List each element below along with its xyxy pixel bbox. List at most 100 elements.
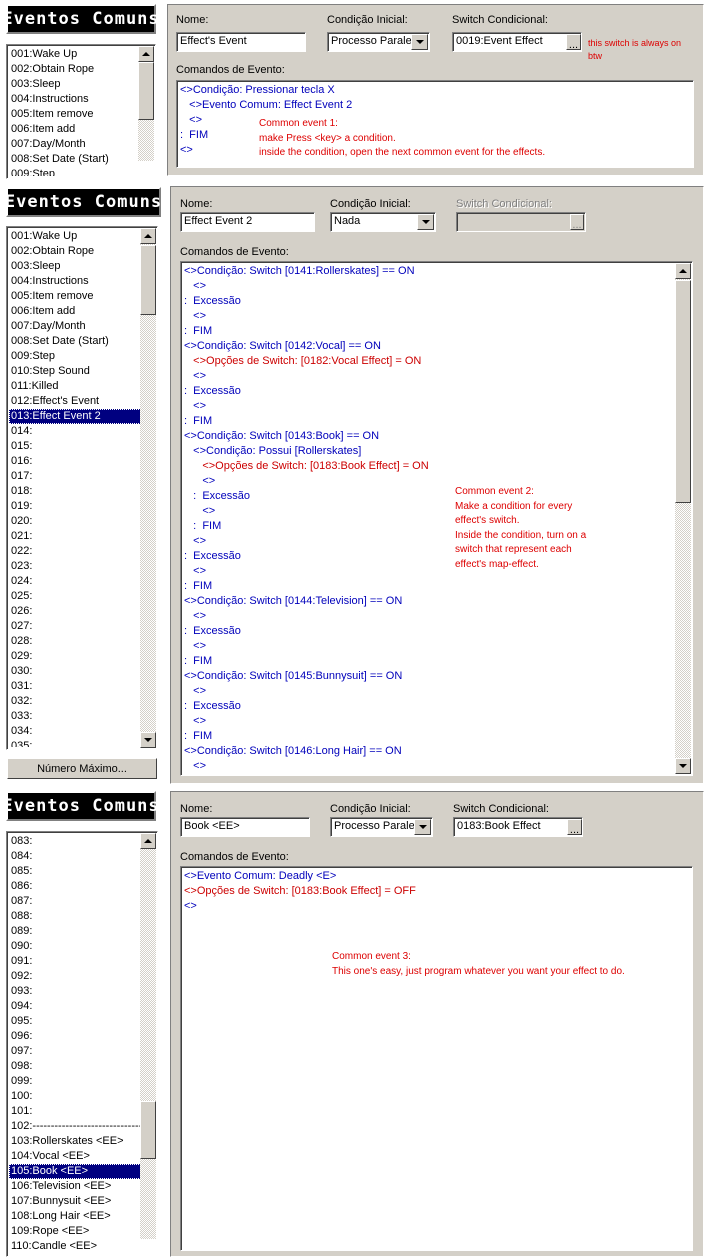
list-item[interactable]: 009:Step xyxy=(9,349,155,364)
list-item[interactable]: 110:Candle <EE> xyxy=(9,1239,155,1254)
list-item[interactable]: 033: xyxy=(9,709,155,724)
common-event-list-3[interactable]: 083: 084: 085: 086: 087: 088: 089: 090: 091: 092:… xyxy=(6,831,158,1257)
list-item[interactable]: 018: xyxy=(9,484,155,499)
list-item[interactable]: 003:Sleep xyxy=(9,259,155,274)
list-item[interactable]: 016: xyxy=(9,454,155,469)
command-line[interactable]: <>Opções de Switch: [0183:Book Effect] =… xyxy=(184,459,428,474)
max-number-button-2[interactable]: Número Máximo... xyxy=(7,758,157,779)
command-line[interactable]: : Excessão xyxy=(184,549,429,564)
event-name-input-3[interactable]: Book <EE> xyxy=(180,817,310,837)
switch-browse-button-1[interactable]: ... xyxy=(566,34,581,51)
list-item[interactable]: 010:Step Sound xyxy=(9,364,155,379)
list-item[interactable]: 101: xyxy=(9,1104,155,1119)
list-item[interactable]: 004:Instructions xyxy=(9,92,153,107)
list-item[interactable]: 015: xyxy=(9,439,155,454)
list-scrollbar-1[interactable] xyxy=(138,46,154,177)
command-line[interactable]: <> xyxy=(184,899,416,914)
list-item[interactable]: 097: xyxy=(9,1044,155,1059)
list-item[interactable]: 003:Sleep xyxy=(9,77,153,92)
command-line[interactable]: <> xyxy=(184,369,429,384)
scroll-up-button[interactable] xyxy=(675,263,691,279)
list-item[interactable]: 108:Long Hair <EE> xyxy=(9,1209,155,1224)
command-line[interactable]: <>Opções de Switch: [0183:Book Effect] =… xyxy=(184,884,416,899)
command-line[interactable]: <> xyxy=(184,534,429,549)
list-item[interactable]: 083: xyxy=(9,834,155,849)
list-item[interactable]: 084: xyxy=(9,849,155,864)
list-item[interactable]: 004:Instructions xyxy=(9,274,155,289)
chevron-down-icon[interactable] xyxy=(417,214,434,230)
list-item[interactable]: 032: xyxy=(9,694,155,709)
list-item[interactable]: 022: xyxy=(9,544,155,559)
command-line[interactable]: : FIM xyxy=(184,654,429,669)
list-item[interactable]: 103:Rollerskates <EE> xyxy=(9,1134,155,1149)
scrollbar-thumb[interactable] xyxy=(140,1101,156,1159)
list-item[interactable]: 006:Item add xyxy=(9,122,153,137)
command-line[interactable]: : FIM xyxy=(184,579,429,594)
list-item[interactable]: 006:Item add xyxy=(9,304,155,319)
list-item[interactable]: 027: xyxy=(9,619,155,634)
list-item[interactable]: 007:Day/Month xyxy=(9,319,155,334)
command-line[interactable]: <> xyxy=(184,684,429,699)
list-item[interactable]: 104:Vocal <EE> xyxy=(9,1149,155,1164)
command-line[interactable]: <> xyxy=(184,714,429,729)
list-item[interactable]: 013:Effect Event 2 xyxy=(9,409,155,424)
list-item[interactable]: 002:Obtain Rope xyxy=(9,244,155,259)
list-item[interactable]: 029: xyxy=(9,649,155,664)
list-item[interactable]: 028: xyxy=(9,634,155,649)
command-line[interactable]: <> xyxy=(184,399,429,414)
event-commands-list-2[interactable]: <>Condição: Switch [0141:Rollerskates] =… xyxy=(180,261,693,776)
command-line[interactable]: : FIM xyxy=(184,324,429,339)
command-line[interactable]: : Excessão xyxy=(184,624,429,639)
scroll-up-button[interactable] xyxy=(140,833,156,849)
list-item[interactable]: 094: xyxy=(9,999,155,1014)
command-line[interactable]: <> xyxy=(184,279,429,294)
command-line[interactable]: : FIM xyxy=(184,519,429,534)
command-line[interactable]: <> xyxy=(184,474,429,489)
list-item[interactable]: 014: xyxy=(9,424,155,439)
command-line[interactable]: : Excessão xyxy=(184,489,429,504)
list-item[interactable]: 086: xyxy=(9,879,155,894)
list-item[interactable]: 092: xyxy=(9,969,155,984)
list-item[interactable]: 109:Rope <EE> xyxy=(9,1224,155,1239)
list-item[interactable]: 023: xyxy=(9,559,155,574)
list-item[interactable]: 090: xyxy=(9,939,155,954)
scrollbar-thumb[interactable] xyxy=(675,280,691,503)
list-item[interactable]: 005:Item remove xyxy=(9,107,153,122)
conditional-switch-input-1[interactable]: 0019:Event Effect xyxy=(452,32,582,52)
event-commands-list-3[interactable]: <>Evento Comum: Deadly <E> <>Opções de Sw… xyxy=(180,866,693,1251)
list-item[interactable]: 107:Bunnysuit <EE> xyxy=(9,1194,155,1209)
initial-condition-select-1[interactable]: Processo Paralelc xyxy=(327,32,430,52)
list-item[interactable]: 002:Obtain Rope xyxy=(9,62,153,77)
scroll-down-button[interactable] xyxy=(140,732,156,748)
initial-condition-select-3[interactable]: Processo Paralelc xyxy=(330,817,433,837)
list-item[interactable]: 009:Step xyxy=(9,167,153,176)
command-line[interactable]: : Excessão xyxy=(184,384,429,399)
list-item[interactable]: 020: xyxy=(9,514,155,529)
command-line[interactable]: <>Evento Comum: Deadly <E> xyxy=(184,869,416,884)
list-item[interactable]: 088: xyxy=(9,909,155,924)
command-line[interactable]: : FIM xyxy=(184,729,429,744)
command-line[interactable]: <>Condição: Switch [0145:Bunnysuit] == O… xyxy=(184,669,429,684)
list-item[interactable]: 024: xyxy=(9,574,155,589)
chevron-down-icon[interactable] xyxy=(411,34,428,50)
list-item[interactable]: 105:Book <EE> xyxy=(9,1164,155,1179)
common-event-list-2[interactable]: 001:Wake Up 002:Obtain Rope 003:Sleep 004:I… xyxy=(6,226,158,750)
list-item[interactable]: 095: xyxy=(9,1014,155,1029)
list-item[interactable]: 019: xyxy=(9,499,155,514)
list-item[interactable]: 102:------------------------------- xyxy=(9,1119,155,1134)
command-line[interactable]: <> xyxy=(184,309,429,324)
scrollbar-thumb[interactable] xyxy=(138,62,154,120)
command-line[interactable]: <>Condição: Switch [0146:Long Hair] == O… xyxy=(184,744,429,759)
commands-scrollbar-2[interactable] xyxy=(675,263,691,774)
command-line[interactable]: <> xyxy=(184,504,429,519)
command-line[interactable]: <>Condição: Switch [0141:Rollerskates] =… xyxy=(184,264,429,279)
event-name-input-2[interactable]: Effect Event 2 xyxy=(180,212,315,232)
chevron-down-icon[interactable] xyxy=(414,819,431,835)
list-item[interactable]: 089: xyxy=(9,924,155,939)
command-line[interactable]: : Excessão xyxy=(184,699,429,714)
command-line[interactable]: : Excessão xyxy=(184,294,429,309)
list-scrollbar-2[interactable] xyxy=(140,228,156,748)
command-line[interactable]: <> xyxy=(184,639,429,654)
list-item[interactable]: 008:Set Date (Start) xyxy=(9,334,155,349)
list-item[interactable]: 031: xyxy=(9,679,155,694)
